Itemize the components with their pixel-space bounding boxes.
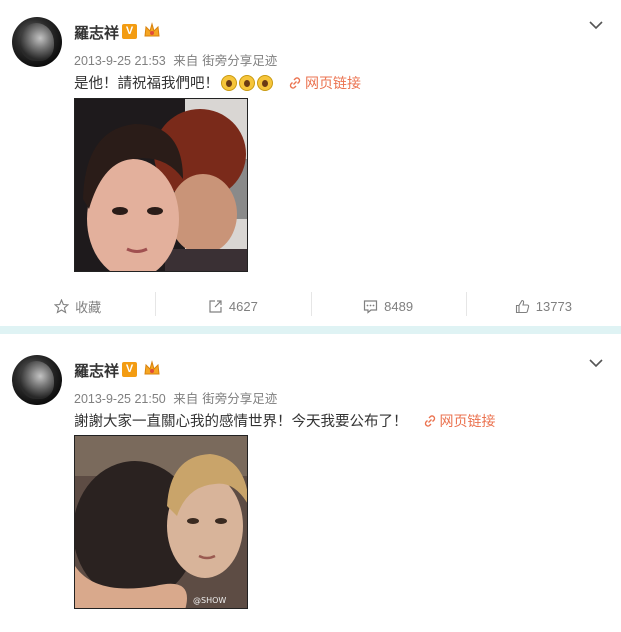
post-source[interactable]: 街旁分享足迹 bbox=[202, 392, 277, 406]
post-photo[interactable]: @SHOW bbox=[74, 435, 248, 609]
crown-icon bbox=[144, 22, 160, 37]
comment-button[interactable]: 8489 bbox=[310, 290, 466, 322]
feed-divider bbox=[0, 326, 621, 334]
web-link-label: 网页链接 bbox=[439, 412, 496, 429]
post-text-line: 謝謝大家一直關心我的感情世界！今天我要公布了！ 网页链接 bbox=[74, 410, 496, 431]
weibo-post-2: 羅志祥 V 2013-9-25 21:50 来自 街旁分享足迹 謝謝大家一直關心我… bbox=[0, 338, 621, 632]
repost-count: 4627 bbox=[228, 298, 258, 314]
post-source[interactable]: 街旁分享足迹 bbox=[202, 54, 277, 68]
link-icon bbox=[424, 414, 435, 427]
verified-badge: V bbox=[122, 24, 137, 39]
chevron-down-icon[interactable] bbox=[589, 20, 603, 30]
avatar[interactable] bbox=[12, 355, 62, 405]
emoji-icon bbox=[221, 74, 237, 91]
photo-watermark: @SHOW bbox=[193, 596, 227, 605]
post-text-line: 是他！請祝福我們吧！ 网页链接 bbox=[74, 72, 361, 93]
source-prefix: 来自 bbox=[173, 392, 199, 406]
post-meta: 2013-9-25 21:53 来自 街旁分享足迹 bbox=[74, 50, 281, 69]
repost-icon bbox=[209, 299, 222, 313]
weibo-post-1: 羅志祥 V 2013-9-25 21:53 来自 街旁分享足迹 是他！請祝福我們吧… bbox=[0, 0, 621, 326]
star-icon bbox=[54, 298, 70, 314]
post-time[interactable]: 2013-9-25 21:53 bbox=[74, 54, 166, 68]
chevron-down-icon[interactable] bbox=[589, 358, 603, 368]
avatar[interactable] bbox=[12, 17, 62, 67]
link-icon bbox=[289, 76, 301, 89]
source-prefix: 来自 bbox=[173, 54, 199, 68]
crown-icon bbox=[144, 360, 160, 375]
action-bar: 收藏 4627 8489 13773 bbox=[0, 290, 621, 322]
emoji-icon bbox=[257, 74, 273, 91]
post-photo[interactable] bbox=[74, 98, 248, 272]
verified-badge: V bbox=[122, 362, 137, 377]
emoji-icon bbox=[239, 74, 255, 91]
favorite-button[interactable]: 收藏 bbox=[0, 290, 155, 322]
repost-button[interactable]: 4627 bbox=[155, 290, 310, 322]
web-link[interactable]: 网页链接 bbox=[424, 411, 496, 431]
comment-icon bbox=[364, 299, 378, 314]
post-time[interactable]: 2013-9-25 21:50 bbox=[74, 392, 166, 406]
username[interactable]: 羅志祥 bbox=[74, 22, 119, 43]
username[interactable]: 羅志祥 bbox=[74, 360, 119, 381]
web-link[interactable]: 网页链接 bbox=[289, 73, 361, 93]
like-count: 13773 bbox=[535, 298, 572, 314]
like-icon bbox=[515, 299, 529, 313]
post-text: 謝謝大家一直關心我的感情世界！今天我要公布了！ bbox=[74, 414, 408, 430]
comment-count: 8489 bbox=[384, 298, 414, 314]
like-button[interactable]: 13773 bbox=[465, 290, 621, 322]
post-meta: 2013-9-25 21:50 来自 街旁分享足迹 bbox=[74, 388, 281, 407]
post-text: 是他！請祝福我們吧！ bbox=[74, 76, 219, 92]
web-link-label: 网页链接 bbox=[305, 74, 361, 91]
favorite-label: 收藏 bbox=[75, 299, 102, 315]
